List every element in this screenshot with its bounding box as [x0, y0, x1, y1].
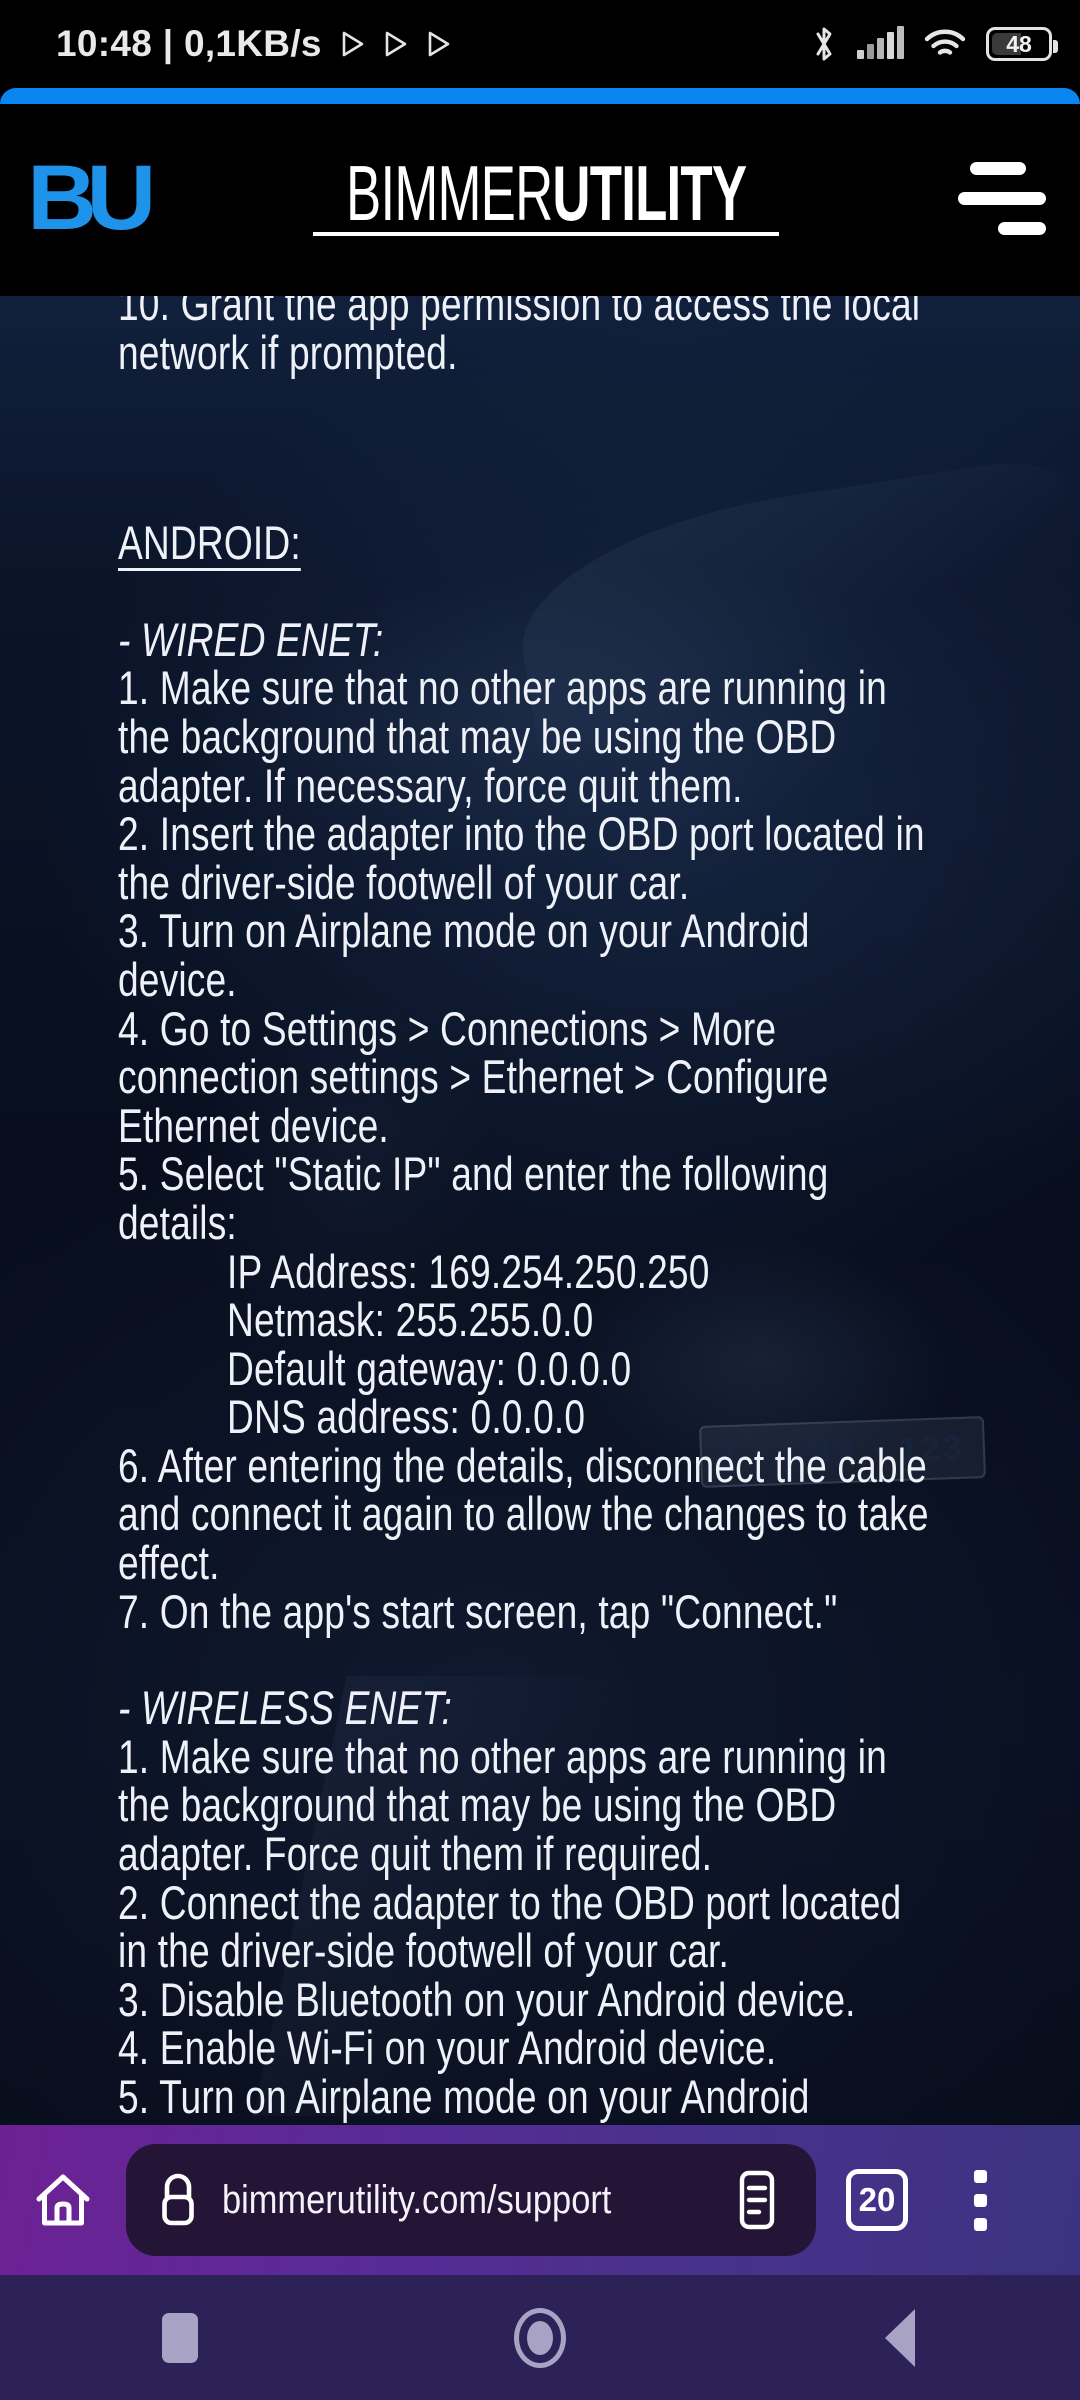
home-circle-icon[interactable] — [390, 2275, 690, 2400]
cellular-signal-icon — [857, 26, 904, 59]
home-glyph — [36, 2174, 90, 2226]
article-line: effect. — [118, 1536, 220, 1590]
article-line: 4. Enable Wi-Fi on your Android device. — [118, 2021, 777, 2075]
url-text[interactable]: bimmerutility.com/support — [222, 2178, 631, 2223]
article-line: 2. Insert the adapter into the OBD port … — [118, 807, 925, 861]
battery-icon: 48 — [986, 27, 1058, 61]
article-line: 3. Disable Bluetooth on your Android dev… — [118, 1972, 856, 2026]
article-line: Default gateway: 0.0.0.0 — [227, 1341, 632, 1395]
article-line: - WIRED ENET: — [118, 612, 384, 666]
article-line: 3. Turn on Airplane mode on your Android — [118, 904, 810, 958]
article-line: Netmask: 255.255.0.0 — [227, 1293, 594, 1347]
back-triangle-glyph — [885, 2308, 915, 2367]
notification-icons — [342, 31, 450, 57]
article-line: the background that may be using the OBD — [118, 709, 837, 763]
battery-percent-label: 48 — [1006, 30, 1032, 57]
url-bar[interactable]: bimmerutility.com/support — [126, 2144, 816, 2256]
article-line: 10. Grant the app permission to access t… — [118, 296, 921, 330]
dot-1 — [973, 2169, 987, 2183]
article-line: and connect it again to allow the change… — [118, 1487, 929, 1541]
home-circle-inner — [527, 2320, 553, 2355]
play-icon — [385, 31, 407, 57]
article-line: network if prompted. — [118, 325, 458, 379]
article-line: adapter. If necessary, force quit them. — [118, 758, 743, 812]
article-line: ANDROID: — [118, 516, 301, 570]
page-title: BIMMERUTILITY — [346, 154, 747, 232]
tab-switcher-button[interactable]: 20 — [822, 2125, 932, 2275]
article-line: - WIRELESS ENET: — [118, 1681, 452, 1735]
play-icon — [428, 31, 450, 57]
accent-bar — [0, 88, 1080, 104]
support-instructions: 10. Grant the app permission to access t… — [0, 296, 1080, 2122]
reader-mode-icon[interactable] — [720, 2169, 794, 2231]
article-line: device. — [118, 952, 237, 1006]
article-line: adapter. Force quit them if required. — [118, 1827, 713, 1881]
status-bar-left: 10:48 | 0,1KB/s — [56, 23, 450, 65]
article-line: DNS address: 0.0.0.0 — [227, 1390, 586, 1444]
article-line: 7. On the app's start screen, tap "Conne… — [118, 1584, 838, 1638]
status-bar: 10:48 | 0,1KB/s 48 — [0, 0, 1080, 88]
article-lines: 10. Grant the app permission to access t… — [118, 296, 1054, 2122]
back-triangle-icon[interactable] — [750, 2275, 1050, 2400]
android-navigation-bar — [0, 2275, 1080, 2400]
article-line: connection settings > Ethernet > Configu… — [118, 1050, 829, 1104]
brand-title-light: BIMMER — [346, 149, 553, 237]
recent-apps-glyph — [162, 2312, 198, 2363]
tab-count-label: 20 — [846, 2169, 908, 2231]
article-line: 6. After entering the details, disconnec… — [118, 1438, 927, 1492]
article-line: in the driver-side footwell of your car. — [118, 1924, 729, 1978]
status-bar-right: 48 — [811, 25, 1058, 63]
hamburger-menu-icon[interactable] — [930, 100, 1080, 296]
browser-toolbar: bimmerutility.com/support 20 — [0, 2125, 1080, 2275]
recent-apps-icon[interactable] — [30, 2275, 330, 2400]
phone-screen: 10:48 | 0,1KB/s 48 BU BIMMERUTILITY 1 · … — [0, 0, 1080, 2400]
article-line: the background that may be using the OBD — [118, 1778, 837, 1832]
menu-bar-2 — [958, 191, 1046, 205]
reader-glyph — [739, 2170, 775, 2230]
brand-title-bold: UTILITY — [552, 149, 748, 237]
status-clock-and-network-speed: 10:48 | 0,1KB/s — [56, 23, 322, 64]
wifi-icon — [924, 29, 966, 55]
three-dot-menu-icon[interactable] — [932, 2125, 1028, 2275]
article-line: the driver-side footwell of your car. — [118, 855, 690, 909]
dot-2 — [973, 2193, 987, 2207]
brand-title-wrap: BIMMERUTILITY — [163, 154, 930, 236]
article-line: details: — [118, 1195, 237, 1249]
bluetooth-icon — [816, 27, 832, 61]
article-line: 2. Connect the adapter to the OBD port l… — [118, 1875, 902, 1929]
lock-icon — [162, 2173, 194, 2226]
home-circle-glyph — [514, 2307, 566, 2368]
webpage-content[interactable]: 1 · SBX · 123 10. Grant the app permissi… — [0, 296, 1080, 2125]
article-line: 1. Make sure that no other apps are runn… — [118, 661, 887, 715]
menu-bar-3 — [998, 221, 1046, 235]
bu-logo[interactable]: BU — [27, 152, 156, 244]
home-icon[interactable] — [0, 2125, 126, 2275]
article-line: 4. Go to Settings > Connections > More — [118, 1001, 777, 1055]
site-header: BU BIMMERUTILITY — [0, 100, 1080, 296]
article-line: 5. Select "Static IP" and enter the foll… — [118, 1147, 829, 1201]
article-line: 5. Turn on Airplane mode on your Android — [118, 2070, 810, 2123]
dot-3 — [973, 2217, 987, 2231]
article-line: Ethernet device. — [118, 1098, 389, 1152]
menu-bar-1 — [970, 161, 1026, 175]
article-line: 1. Make sure that no other apps are runn… — [118, 1729, 887, 1783]
article-line: IP Address: 169.254.250.250 — [227, 1244, 710, 1298]
play-icon — [342, 31, 364, 57]
